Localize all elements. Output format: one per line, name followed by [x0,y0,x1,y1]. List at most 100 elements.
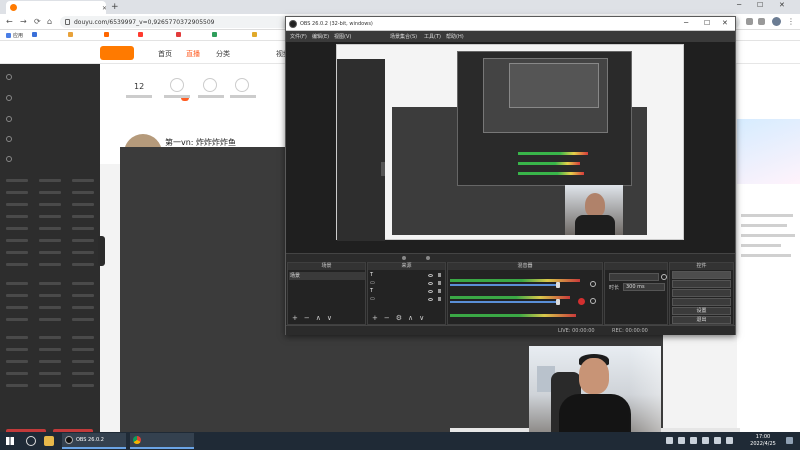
sidebar-row[interactable] [6,203,94,208]
move-up-icon[interactable]: ∧ [408,314,413,322]
home-icon[interactable]: ⌂ [47,17,52,26]
bookmark-apps[interactable]: 应用 [6,32,23,39]
settings-button[interactable]: 设置 [672,307,731,315]
volume-slider-knob[interactable] [556,282,560,288]
close-window-icon[interactable]: ✕ [779,1,785,9]
gear-icon[interactable] [590,281,596,287]
remove-icon[interactable]: − [384,314,390,322]
taskbar-clock[interactable]: 17:00 2022/4/25 [746,434,780,448]
promo-banner[interactable] [737,119,800,184]
volume-slider-knob[interactable] [556,299,560,305]
bookmark-item[interactable] [32,32,39,37]
source-item[interactable]: T [370,272,375,278]
file-explorer-icon[interactable] [44,436,54,446]
alarm-icon[interactable] [235,78,249,92]
source-item[interactable]: T [370,288,375,294]
sidebar-row[interactable] [6,179,94,184]
windows-start-icon[interactable] [6,437,14,445]
mute-icon[interactable] [578,298,585,305]
obs-preview[interactable] [286,42,735,253]
sidebar-row[interactable] [6,294,94,299]
move-down-icon[interactable]: ∨ [419,314,424,322]
menu-tools[interactable]: 工具(T) [424,33,441,40]
lock-icon[interactable] [438,297,441,301]
new-tab-icon[interactable]: + [111,2,119,12]
eye-icon[interactable] [428,282,433,285]
rank-icon[interactable] [170,78,184,92]
douyu-logo[interactable] [100,46,134,60]
taskbar-app-obs[interactable]: OBS 26.0.2 [62,433,126,449]
extension-icon[interactable] [746,18,753,25]
star-icon[interactable] [758,18,765,25]
move-down-icon[interactable]: ∨ [327,314,332,322]
bookmark-item[interactable] [68,32,75,37]
sidebar-item[interactable] [6,156,12,162]
topnav-home[interactable]: 首页 [158,49,172,59]
menu-dots-icon[interactable]: ⋮ [787,17,795,26]
remove-icon[interactable]: − [304,314,310,322]
sidebar-row[interactable] [6,360,94,365]
sidebar-item[interactable] [6,74,12,80]
lock-icon[interactable] [438,289,441,293]
sidebar-row[interactable] [6,348,94,353]
sidebar-row[interactable] [6,191,94,196]
reload-icon[interactable]: ⟳ [34,17,41,26]
recording-button[interactable] [672,280,731,288]
sidebar-row[interactable] [6,251,94,256]
search-icon[interactable] [26,436,36,446]
preview-resize-handle[interactable] [381,162,385,176]
sidebar-item[interactable] [6,116,12,122]
sidebar-row[interactable] [6,384,94,389]
maximize-icon[interactable]: ☐ [704,19,710,27]
gear-icon[interactable]: ⚙ [396,314,402,322]
close-tab-icon[interactable]: ✕ [102,5,106,12]
browser-tab[interactable]: ✕ [6,1,106,14]
add-icon[interactable]: + [372,314,378,322]
menu-edit[interactable]: 编辑(E) [312,33,329,40]
gear-icon[interactable] [661,274,667,280]
topnav-live[interactable]: 直播 [186,49,200,59]
source-item[interactable]: ▭ [370,280,377,286]
network-icon[interactable] [702,437,709,444]
notification-icon[interactable] [786,437,793,444]
sidebar-collapse-handle[interactable] [98,236,105,266]
transition-type-select[interactable] [609,273,659,281]
tray-icon[interactable] [678,437,685,444]
sidebar-item[interactable] [6,95,12,101]
maximize-icon[interactable]: ☐ [757,1,763,9]
minimize-icon[interactable]: ─ [737,1,741,9]
sidebar-row[interactable] [6,263,94,268]
lock-icon[interactable] [438,273,441,277]
scene-item[interactable]: 场景 [290,272,300,279]
sidebar-row[interactable] [6,282,94,287]
close-window-icon[interactable]: ✕ [722,19,728,27]
menu-scene-collection[interactable]: 场景集合(S) [390,33,417,40]
eye-icon[interactable] [428,298,433,301]
sidebar-row[interactable] [6,215,94,220]
eye-icon[interactable] [428,274,433,277]
studio-mode-button[interactable] [672,298,731,306]
sidebar-row[interactable] [6,306,94,311]
sidebar-row[interactable] [6,372,94,377]
properties-icon[interactable] [402,256,406,260]
filters-icon[interactable] [426,256,430,260]
volume-slider[interactable] [450,301,560,303]
exit-button[interactable]: 退出 [672,316,731,324]
bookmark-item[interactable] [138,32,145,37]
ime-icon[interactable] [726,437,733,444]
menu-file[interactable]: 文件(F) [290,33,307,40]
taskbar-app-chrome[interactable] [130,433,194,449]
tray-icon[interactable] [666,437,673,444]
tray-icon[interactable] [690,437,697,444]
topnav-category[interactable]: 分类 [216,49,230,59]
streaming-button[interactable] [672,271,731,279]
bookmark-item[interactable] [176,32,183,37]
gear-icon[interactable] [590,298,596,304]
menu-help[interactable]: 帮助(H) [446,33,464,40]
fans-icon[interactable] [203,78,217,92]
lock-icon[interactable] [438,281,441,285]
virtual-camera-button[interactable] [672,289,731,297]
sidebar-item[interactable] [6,136,12,142]
sidebar-row[interactable] [6,336,94,341]
minimize-icon[interactable]: ─ [684,19,688,27]
